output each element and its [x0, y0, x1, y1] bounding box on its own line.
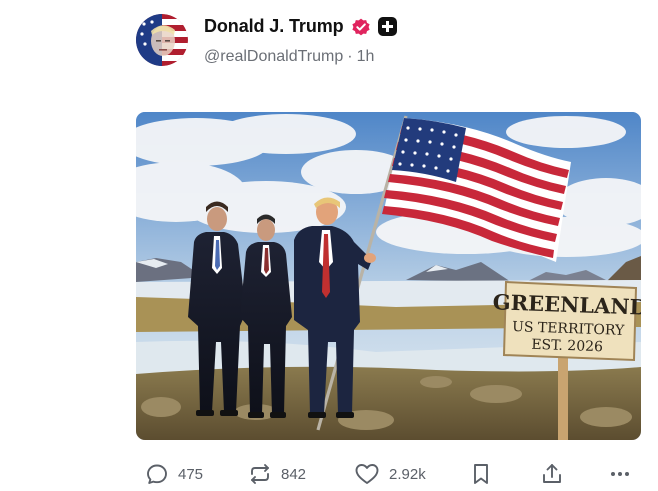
- handle-row: @realDonaldTrump · 1h: [204, 48, 374, 66]
- plus-badge-icon: [377, 17, 397, 36]
- repost-icon: [248, 462, 272, 486]
- action-bar: 475 842 2.92k: [140, 462, 640, 491]
- like-button[interactable]: 2.92k: [354, 462, 426, 486]
- author-row: Donald J. Trump: [204, 16, 397, 37]
- bookmark-icon: [470, 462, 492, 486]
- avatar-image: [136, 14, 188, 66]
- verified-icon: [351, 17, 371, 37]
- reply-button[interactable]: 475: [145, 462, 203, 486]
- like-count: 2.92k: [389, 465, 426, 483]
- sign-line3: EST. 2026: [531, 337, 603, 355]
- reply-icon: [145, 462, 169, 486]
- post-image[interactable]: GREENLAND US TERRITORY EST. 2026: [136, 112, 641, 440]
- repost-button[interactable]: 842: [248, 462, 306, 486]
- repost-count: 842: [281, 465, 307, 483]
- author-handle[interactable]: @realDonaldTrump: [204, 48, 343, 66]
- reply-count: 475: [178, 465, 204, 483]
- share-icon: [540, 462, 564, 486]
- post-card: Donald J. Trump @realDonaldTrump · 1h GR…: [0, 0, 658, 491]
- more-button[interactable]: [608, 462, 632, 486]
- separator-dot: ·: [347, 48, 353, 65]
- heart-icon: [354, 462, 380, 486]
- share-button[interactable]: [540, 462, 564, 486]
- author-name[interactable]: Donald J. Trump: [204, 16, 344, 37]
- avatar[interactable]: [136, 14, 188, 66]
- more-icon: [608, 462, 632, 486]
- post-time[interactable]: 1h: [357, 48, 375, 66]
- bookmark-button[interactable]: [470, 462, 492, 486]
